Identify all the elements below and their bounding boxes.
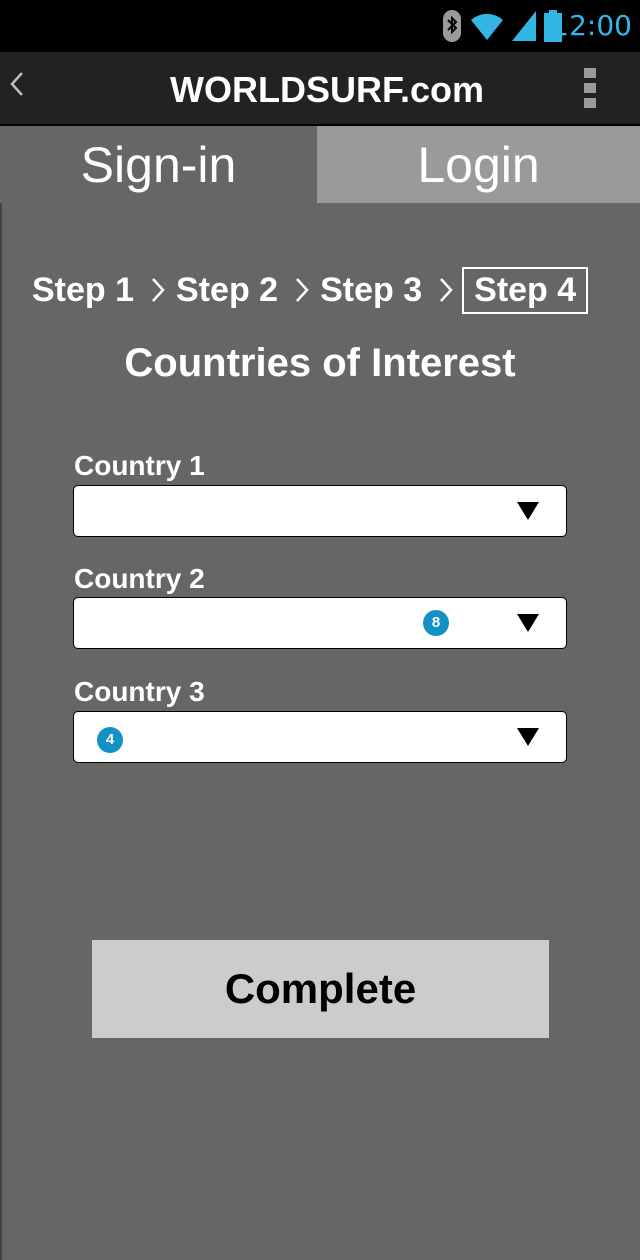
step-breadcrumb: Step 1 Step 2 Step 3 Step 4 — [32, 264, 589, 316]
app-title: WORLDSURF.com — [170, 69, 484, 110]
country-2-select[interactable]: 8 — [73, 597, 567, 649]
chevron-right-icon — [152, 278, 165, 302]
page-title: Countries of Interest — [124, 341, 516, 385]
country-3-label: Country 3 — [74, 676, 205, 707]
signal-icon — [512, 11, 536, 41]
country-1-label: Country 1 — [74, 450, 205, 481]
step-2: Step 2 — [176, 270, 279, 309]
chevron-right-icon — [440, 278, 453, 302]
tab-bar: Sign-in Login — [0, 126, 640, 203]
complete-button[interactable]: Complete — [92, 940, 549, 1038]
country-1-select[interactable] — [73, 485, 567, 537]
step-3: Step 3 — [320, 270, 423, 309]
status-time: 12:00 — [551, 9, 632, 42]
annotation-badge: 4 — [97, 727, 123, 753]
annotation-badge: 8 — [423, 610, 449, 636]
overflow-menu-icon[interactable] — [584, 68, 596, 108]
step-4-current: Step 4 — [462, 266, 589, 314]
step-1: Step 1 — [32, 270, 135, 309]
bluetooth-icon — [443, 10, 461, 42]
tab-sign-in[interactable]: Sign-in — [0, 126, 317, 203]
dropdown-arrow-icon — [517, 728, 539, 746]
country-2-label: Country 2 — [74, 563, 205, 594]
wifi-icon — [471, 13, 503, 41]
dropdown-arrow-icon — [517, 502, 539, 520]
status-bar: 12:00 — [0, 0, 640, 52]
action-bar: WORLDSURF.com — [0, 52, 640, 126]
dropdown-arrow-icon — [517, 614, 539, 632]
chevron-right-icon — [296, 278, 309, 302]
tab-login[interactable]: Login — [317, 126, 640, 203]
status-icons — [442, 8, 562, 44]
country-3-select[interactable]: 4 — [73, 711, 567, 763]
